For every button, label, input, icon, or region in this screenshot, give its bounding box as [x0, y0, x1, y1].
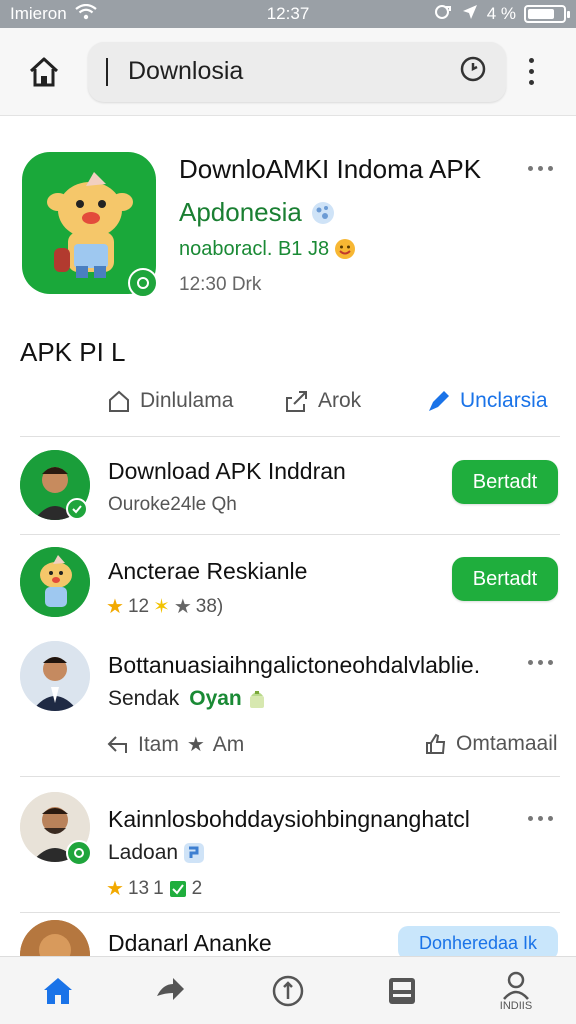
section-title: APK PI L: [20, 337, 126, 367]
home-outline-icon: [29, 57, 59, 86]
share-label: Arok: [318, 389, 362, 412]
edit-icon: [429, 391, 449, 411]
list-item-subtitle: Sendak Oyan: [108, 687, 268, 711]
verified-badge-icon: [128, 268, 158, 298]
share-button[interactable]: Arok: [284, 388, 361, 414]
nav-saved[interactable]: [362, 957, 442, 1024]
refresh-icon[interactable]: [458, 54, 488, 89]
action-row: Dinlulama Arok Unclarsia: [0, 380, 576, 426]
globe-icon: [311, 201, 334, 224]
text-cursor: [106, 57, 108, 86]
download-button[interactable]: Bertadt: [452, 557, 558, 601]
verified-badge-icon: [66, 498, 88, 520]
battery-label: 4 %: [486, 4, 516, 23]
search-input[interactable]: Downlosia: [88, 41, 506, 102]
app-subtitle: Apdonesia: [179, 197, 336, 228]
app-icon[interactable]: [22, 152, 158, 298]
download-button[interactable]: Donheredaa Ik: [398, 926, 558, 960]
save-icon: [389, 978, 415, 1004]
nav-profile[interactable]: INDIIS: [476, 957, 556, 1024]
app-subtitle-text: Apdonesia: [179, 197, 302, 227]
nav-explore[interactable]: [130, 957, 210, 1024]
subtitle-prefix: Sendak: [108, 687, 180, 710]
rating-row: ★ 13 1 2: [106, 876, 202, 901]
rating-value-2: 1: [153, 877, 164, 899]
share-action[interactable]: Itam ★ Am: [106, 732, 244, 757]
app-publisher-text: noaboracl. B1 J8: [179, 237, 330, 260]
avatar[interactable]: [20, 641, 90, 711]
star-icon: ★: [106, 878, 124, 900]
status-right: 4 %: [433, 3, 570, 26]
bookmark-icon: [109, 390, 129, 412]
sync-icon: [433, 3, 453, 26]
carrier-name: Imieron: [10, 4, 67, 23]
item-action-label: Itam: [138, 732, 179, 756]
app-publisher: noaboracl. B1 J8: [179, 237, 357, 261]
nav-home[interactable]: [18, 957, 98, 1024]
list-item-more-icon[interactable]: [528, 816, 553, 821]
star-icon: ★: [106, 596, 124, 618]
like-icon: [426, 733, 446, 754]
nav-profile-label: INDIIS: [499, 1000, 533, 1012]
like-action[interactable]: Omtamaail: [424, 732, 558, 756]
edit-button[interactable]: Unclarsia: [426, 388, 548, 414]
subtitle-highlight: Oyan: [189, 687, 242, 710]
hero-more-icon[interactable]: [528, 166, 553, 171]
list-item-title: Bottanuasiaihngalictoneohdalvlablie.: [108, 652, 481, 678]
check-box-icon: [169, 880, 186, 897]
bookmark-button[interactable]: Dinlulama: [106, 388, 233, 414]
app-title: DownloAMKI Indoma APK: [179, 154, 482, 184]
wifi-icon: [75, 3, 97, 25]
divider: [20, 534, 560, 535]
rating-value: 13: [127, 877, 150, 899]
nav-info[interactable]: [248, 957, 328, 1024]
profile-icon: [503, 971, 529, 1000]
battery-level: [528, 9, 554, 19]
reply-icon: [107, 735, 127, 753]
status-left: Imieron: [10, 3, 97, 25]
info-icon: [272, 975, 304, 1007]
list-item-title: Kainnlosbohddaysiohbingnanghatcl: [108, 806, 470, 832]
status-time: 12:37: [266, 4, 310, 23]
sparkle-icon: ✶: [153, 596, 170, 618]
android-icon: [249, 691, 264, 708]
list-item-title: Ancterae Reskianle: [108, 558, 308, 584]
divider: [20, 912, 560, 913]
rating-value: 12: [127, 595, 150, 617]
app-time: 12:30 Drk: [179, 274, 262, 295]
rating-count: 2: [191, 877, 203, 899]
divider: [20, 776, 560, 777]
list-item-title: Download APK Inddran: [108, 458, 346, 484]
star-icon: ★: [186, 734, 205, 756]
home-button[interactable]: [16, 44, 72, 100]
rating-row: ★ 12 ✶ ★ 38): [106, 594, 223, 619]
edit-label: Unclarsia: [460, 389, 548, 412]
share-icon: [286, 391, 307, 412]
location-icon: [461, 3, 479, 26]
arrow-icon: [157, 978, 184, 1000]
overflow-menu-button[interactable]: [516, 44, 546, 100]
verified-badge-icon: [66, 840, 92, 866]
smile-emoji-icon: [335, 239, 356, 259]
battery-icon: [524, 5, 570, 23]
rating-count: 38): [195, 595, 224, 617]
list-item-subtitle: Ouroke24le Qh: [108, 494, 237, 515]
status-bar: Imieron 12:37 4 %: [0, 0, 576, 28]
bottom-nav: INDIIS: [0, 956, 576, 1024]
item-action-label-2: Am: [212, 732, 245, 756]
avatar[interactable]: [20, 547, 90, 617]
list-item-subtitle: Ladoan: [108, 841, 206, 865]
home-icon: [44, 978, 72, 1004]
subtitle-text: Ladoan: [108, 841, 179, 864]
star-outline-icon: ★: [173, 596, 192, 618]
list-item-more-icon[interactable]: [528, 660, 553, 665]
app-bar: Downlosia: [0, 28, 576, 116]
like-label: Omtamaail: [456, 732, 558, 755]
divider: [20, 436, 560, 437]
app-badge-icon: [184, 843, 205, 863]
search-query: Downlosia: [128, 57, 244, 85]
bookmark-label: Dinlulama: [140, 389, 234, 412]
list-item-title: Ddanarl Ananke: [108, 930, 272, 956]
download-button[interactable]: Bertadt: [452, 460, 558, 504]
